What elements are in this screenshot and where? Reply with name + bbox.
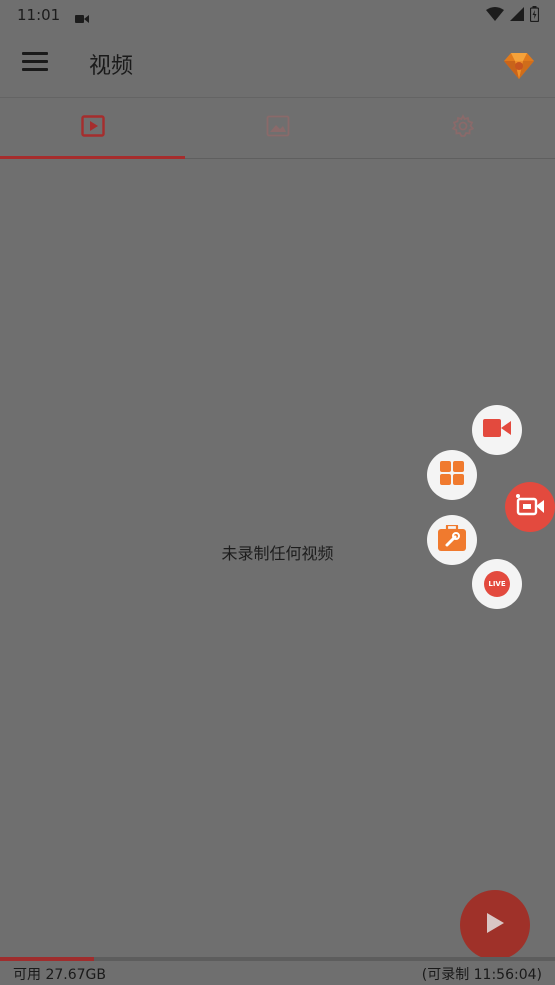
app-bar: 视频 <box>0 32 555 98</box>
video-camera-icon <box>483 418 511 442</box>
add-button[interactable] <box>460 890 530 960</box>
tab-settings[interactable] <box>370 98 555 158</box>
record-camera-icon <box>515 493 545 521</box>
page-title: 视频 <box>89 54 134 79</box>
tools-button[interactable] <box>427 450 477 500</box>
live-label: LIVE <box>488 580 506 588</box>
tab-bar <box>0 98 555 159</box>
recordable-time: (可录制 11:56:04) <box>421 967 542 983</box>
status-bar: 11:01 <box>0 0 555 32</box>
tab-images[interactable] <box>185 98 370 158</box>
record-video-button[interactable] <box>472 405 522 455</box>
floating-record-button[interactable] <box>505 482 555 532</box>
toolbox-icon <box>438 523 466 555</box>
toolbox-button[interactable] <box>427 515 477 565</box>
play-icon <box>485 912 505 938</box>
signal-icon <box>510 7 524 25</box>
live-stream-button[interactable]: LIVE <box>472 559 522 609</box>
image-icon <box>266 115 290 141</box>
diamond-icon[interactable] <box>503 49 535 81</box>
footer: 可用 27.67GB (可录制 11:56:04) <box>0 962 555 985</box>
gear-icon <box>451 114 475 142</box>
tools-grid-icon <box>440 461 464 489</box>
status-icons <box>486 6 540 26</box>
battery-icon <box>529 6 540 26</box>
storage-progress-bar <box>0 957 555 961</box>
wifi-icon <box>486 7 504 25</box>
status-time: 11:01 <box>17 6 61 24</box>
hamburger-menu-icon[interactable] <box>22 52 48 74</box>
storage-progress-fill <box>0 957 95 961</box>
tab-videos[interactable] <box>0 98 185 159</box>
live-icon: LIVE <box>484 571 510 597</box>
video-play-icon <box>80 115 105 141</box>
available-storage: 可用 27.67GB <box>13 967 106 983</box>
tab-selected-indicator <box>0 156 185 159</box>
video-camera-icon <box>75 10 89 28</box>
